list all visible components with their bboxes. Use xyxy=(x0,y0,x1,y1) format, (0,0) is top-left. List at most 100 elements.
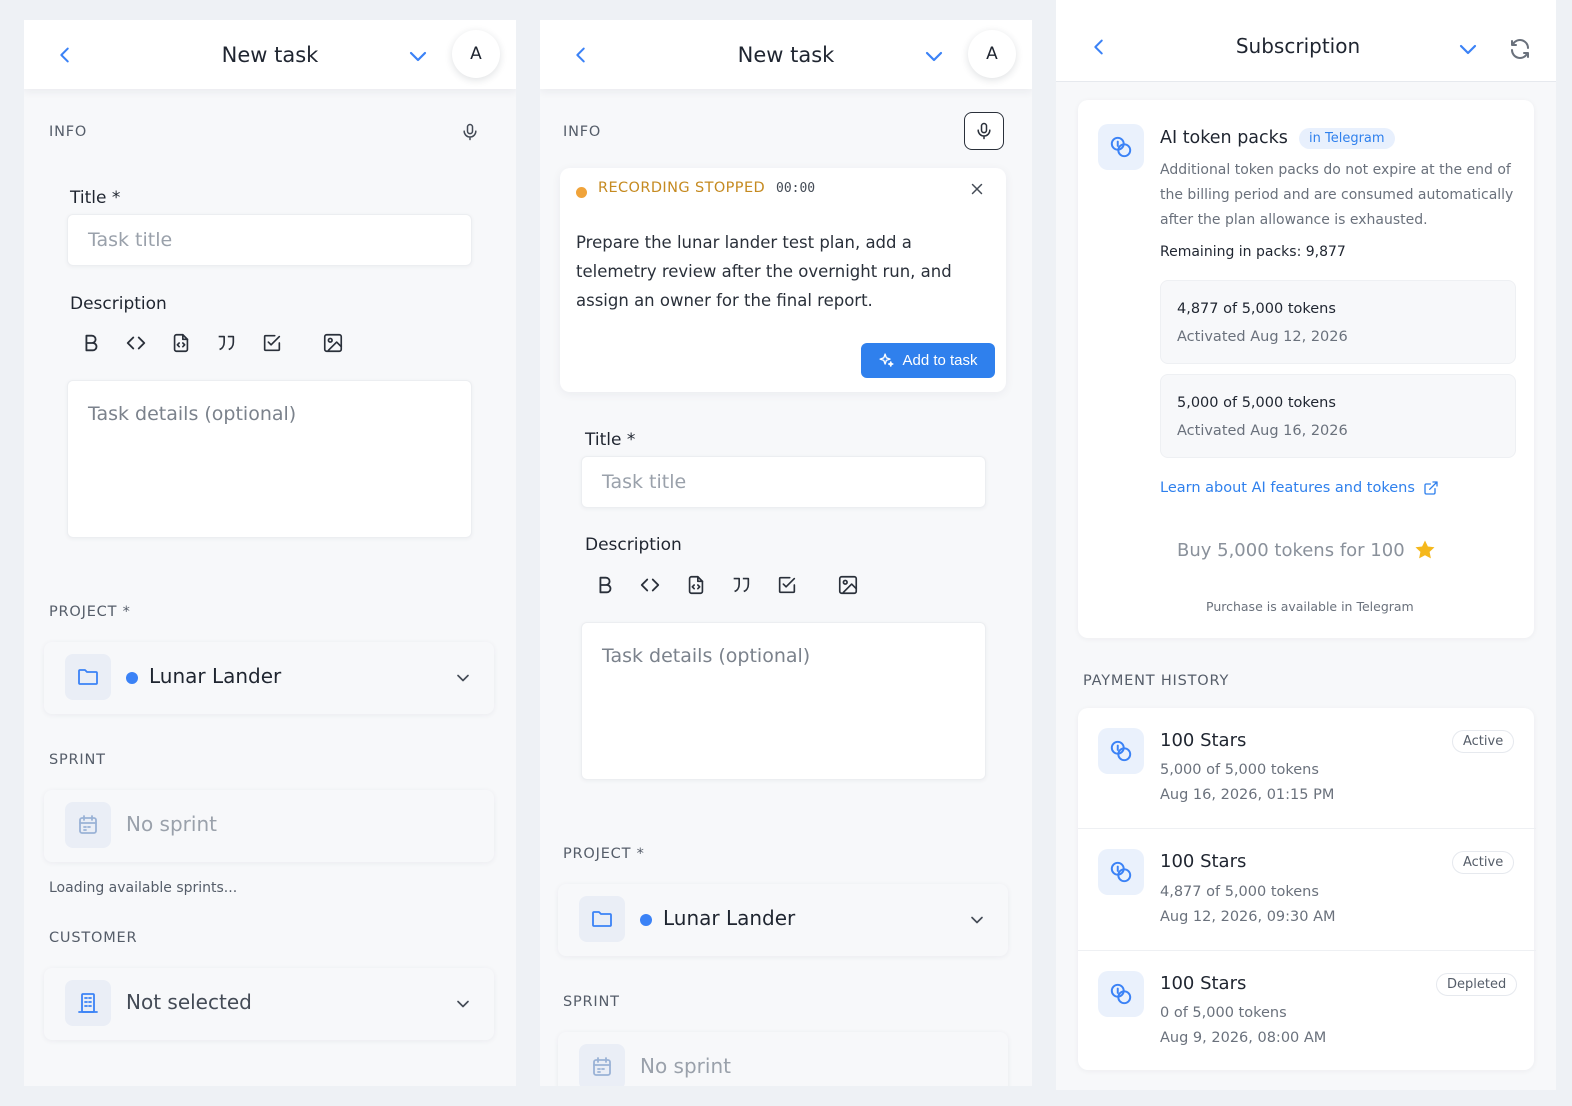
close-icon[interactable] xyxy=(968,180,986,198)
token-pack-item: 4,877 of 5,000 tokens Activated Aug 12, … xyxy=(1160,280,1516,364)
customer-select[interactable]: Not selected xyxy=(44,968,494,1040)
details-placeholder: Task details (optional) xyxy=(602,645,811,667)
token-packs-card: AI token packs in Telegram Additional to… xyxy=(1078,100,1534,638)
quote-icon[interactable] xyxy=(730,574,752,596)
payment-tokens: 5,000 of 5,000 tokens xyxy=(1160,762,1319,778)
project-color-dot xyxy=(640,914,652,926)
details-placeholder: Task details (optional) xyxy=(88,403,297,425)
title-label: Title * xyxy=(585,430,636,450)
status-badge: Depleted xyxy=(1436,973,1518,996)
learn-ai-features-link[interactable]: Learn about AI features and tokens xyxy=(1160,480,1439,496)
recording-status: RECORDING STOPPED xyxy=(598,180,766,196)
project-value: Lunar Lander xyxy=(663,906,796,930)
chevron-down-icon[interactable] xyxy=(922,44,946,68)
chevron-down-icon[interactable] xyxy=(453,994,473,1014)
payment-title: 100 Stars xyxy=(1160,730,1247,751)
title-placeholder: Task title xyxy=(602,471,687,493)
microphone-icon[interactable] xyxy=(460,121,480,143)
add-to-task-button[interactable]: Add to task xyxy=(861,343,995,378)
calendar-icon xyxy=(65,802,111,848)
pack-amount: 4,877 of 5,000 tokens xyxy=(1177,301,1336,317)
recording-status-dot xyxy=(576,187,587,198)
sprint-select[interactable]: No sprint xyxy=(44,790,494,862)
buy-tokens-button[interactable]: Buy 5,000 tokens for 100 xyxy=(1177,538,1437,562)
code-icon[interactable] xyxy=(639,574,661,596)
folder-icon xyxy=(65,654,111,700)
payment-tokens: 4,877 of 5,000 tokens xyxy=(1160,884,1319,900)
sprint-value: No sprint xyxy=(126,812,217,836)
project-label: PROJECT * xyxy=(563,846,645,862)
header: New task A xyxy=(540,20,1032,89)
purchase-note: Purchase is available in Telegram xyxy=(1206,599,1414,614)
back-arrow-icon[interactable] xyxy=(570,44,592,66)
payment-date: Aug 9, 2026, 08:00 AM xyxy=(1160,1030,1327,1046)
remaining-tokens: Remaining in packs: 9,877 xyxy=(1160,244,1346,260)
folder-icon xyxy=(579,896,625,942)
avatar[interactable]: A xyxy=(452,30,500,78)
title-input[interactable]: Task title xyxy=(67,214,472,266)
coins-icon xyxy=(1098,728,1144,774)
title-placeholder: Task title xyxy=(88,229,173,251)
add-to-task-label: Add to task xyxy=(902,352,978,369)
recording-card: RECORDING STOPPED 00:00 Prepare the luna… xyxy=(560,168,1006,392)
code-file-icon[interactable] xyxy=(685,574,707,596)
payment-date: Aug 12, 2026, 09:30 AM xyxy=(1160,909,1336,925)
payment-row[interactable]: 100 Stars 5,000 of 5,000 tokens Aug 16, … xyxy=(1078,708,1534,828)
chevron-down-icon[interactable] xyxy=(406,44,430,68)
star-icon xyxy=(1415,540,1435,559)
customer-value: Not selected xyxy=(126,990,252,1014)
chevron-down-icon[interactable] xyxy=(967,910,987,930)
microphone-icon xyxy=(977,122,991,140)
project-color-dot xyxy=(126,672,138,684)
learn-link-label: Learn about AI features and tokens xyxy=(1160,480,1415,496)
checkbox-icon[interactable] xyxy=(261,332,283,354)
payment-row[interactable]: 100 Stars 0 of 5,000 tokens Aug 9, 2026,… xyxy=(1078,951,1534,1069)
checkbox-icon[interactable] xyxy=(776,574,798,596)
new-task-panel-left: New task A INFO Title * Task title Descr… xyxy=(24,20,516,1086)
page-title: New task xyxy=(737,42,835,67)
description-label: Description xyxy=(70,294,167,314)
sparkle-icon xyxy=(879,353,895,367)
token-packs-title: AI token packs xyxy=(1160,128,1288,148)
page-title: New task xyxy=(221,42,319,67)
title-input[interactable]: Task title xyxy=(581,456,986,508)
chevron-down-icon[interactable] xyxy=(1456,37,1480,61)
quote-icon[interactable] xyxy=(215,332,237,354)
image-icon[interactable] xyxy=(322,332,344,354)
info-label: INFO xyxy=(563,124,602,140)
title-label: Title * xyxy=(70,188,121,208)
status-badge: Active xyxy=(1452,730,1515,753)
sprint-label: SPRINT xyxy=(49,752,106,768)
refresh-icon[interactable] xyxy=(1508,37,1532,61)
pack-activated: Activated Aug 16, 2026 xyxy=(1177,423,1348,439)
recording-transcript: Prepare the lunar lander test plan, add … xyxy=(576,233,952,310)
sprint-select[interactable]: No sprint xyxy=(558,1032,1008,1086)
project-select[interactable]: Lunar Lander xyxy=(44,642,494,714)
payment-tokens: 0 of 5,000 tokens xyxy=(1160,1005,1287,1021)
back-arrow-icon[interactable] xyxy=(54,44,76,66)
buy-tokens-label: Buy 5,000 tokens for 100 xyxy=(1177,539,1405,561)
chevron-down-icon[interactable] xyxy=(453,668,473,688)
info-label: INFO xyxy=(49,124,88,140)
project-value: Lunar Lander xyxy=(149,664,282,688)
telegram-badge: in Telegram xyxy=(1299,128,1395,149)
building-icon xyxy=(65,980,111,1026)
avatar[interactable]: A xyxy=(968,30,1016,78)
description-textarea[interactable]: Task details (optional) xyxy=(581,622,986,780)
description-textarea[interactable]: Task details (optional) xyxy=(67,380,472,538)
bold-icon[interactable] xyxy=(594,574,616,596)
payment-row[interactable]: 100 Stars 4,877 of 5,000 tokens Aug 12, … xyxy=(1078,829,1534,949)
sprint-label: SPRINT xyxy=(563,994,620,1010)
image-icon[interactable] xyxy=(837,574,859,596)
calendar-icon xyxy=(579,1044,625,1086)
coins-icon xyxy=(1098,124,1144,170)
code-file-icon[interactable] xyxy=(170,332,192,354)
payment-title: 100 Stars xyxy=(1160,973,1247,994)
bold-icon[interactable] xyxy=(80,332,102,354)
coins-icon xyxy=(1098,849,1144,895)
pack-amount: 5,000 of 5,000 tokens xyxy=(1177,395,1336,411)
microphone-button[interactable] xyxy=(964,112,1004,150)
code-icon[interactable] xyxy=(125,332,147,354)
project-label: PROJECT * xyxy=(49,604,131,620)
project-select[interactable]: Lunar Lander xyxy=(558,884,1008,956)
